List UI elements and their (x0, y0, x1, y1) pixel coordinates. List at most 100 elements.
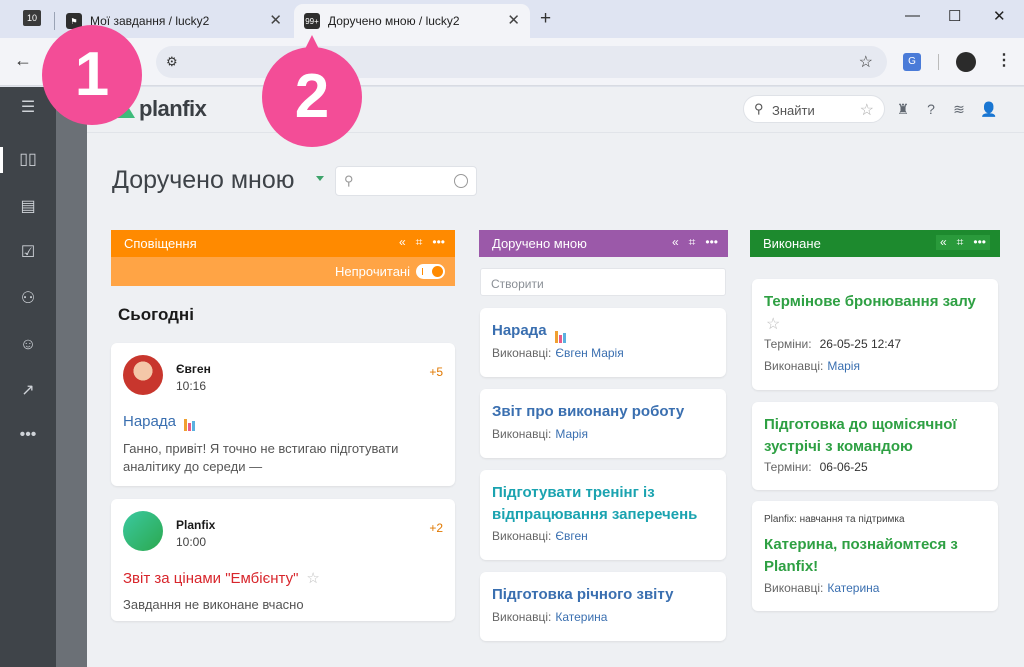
back-arrow-icon[interactable]: ← (14, 50, 32, 71)
task-assignees: Виконавці: Катерина (492, 610, 608, 624)
minimize-icon[interactable]: — (905, 7, 920, 24)
task-assignees: Виконавці: Катерина (764, 581, 880, 595)
notification-favicon-icon: 99+ (304, 13, 320, 29)
task-title[interactable]: Підготовка річного звіту (492, 584, 673, 606)
profile-avatar[interactable] (956, 52, 976, 72)
more-icon[interactable]: ••• (18, 425, 38, 445)
task-card[interactable]: Підготувати тренінг із відпрацювання запе… (480, 470, 726, 560)
planfix-avatar (123, 511, 163, 551)
task-deadline: Терміни: 26-05-25 12:47 (764, 337, 901, 351)
new-tab-button[interactable]: + (540, 8, 551, 30)
notification-body: Завдання не виконане вчасно (123, 597, 304, 612)
unread-filter-bar: Непрочитані (111, 257, 455, 286)
favorite-star-icon[interactable]: ☆ (860, 100, 874, 120)
more-icon[interactable]: ••• (432, 235, 445, 250)
task-card[interactable]: Звіт про виконану роботу Виконавці: Марія (480, 389, 726, 458)
create-task-input[interactable]: Створити (480, 268, 726, 296)
maximize-icon[interactable]: ☐ (948, 7, 961, 25)
task-title[interactable]: Підготовка до щомісячної зустрічі з коман… (764, 414, 957, 458)
bookmark-star-icon[interactable]: ☆ (859, 52, 873, 72)
address-bar[interactable]: ⚙ ☆ (156, 46, 887, 78)
comment-count: +2 (429, 521, 443, 535)
filter-icon[interactable] (454, 174, 468, 188)
focus-icon[interactable]: ⌗ (416, 235, 423, 250)
unread-toggle[interactable] (416, 264, 445, 279)
section-today: Сьогодні (118, 305, 194, 324)
active-indicator (0, 147, 3, 173)
app-sidebar: ☰ ▯▯ ▤ ☑ ⚇ ☺ ↗ ••• (0, 87, 56, 667)
task-assignees: Виконавці: Марія (492, 427, 588, 441)
contacts-icon[interactable]: ☺ (18, 335, 38, 355)
notification-card[interactable]: Planfix 10:00 +2 Звіт за цінами "Ембієнт… (111, 499, 455, 621)
task-project: Planfix: навчання та підтримка (764, 514, 905, 525)
task-title[interactable]: Катерина, познайомтеся з Planfix! (764, 534, 958, 578)
filter-search-input[interactable]: ⚲ (335, 166, 477, 196)
task-card[interactable]: Planfix: навчання та підтримка Катерина,… (752, 501, 998, 611)
column-header-done: Виконане « ⌗ ••• (750, 230, 1000, 257)
tab-counter[interactable]: 10 (23, 10, 41, 26)
people-icon[interactable]: ⚇ (18, 289, 38, 309)
callout-badge-1: 1 (42, 25, 142, 125)
notification-card[interactable]: Євген 10:16 +5 Нарада Ганно, привіт! Я т… (111, 343, 455, 486)
more-icon[interactable]: ••• (705, 235, 718, 250)
browser-toolbar: ← ⚙ ☆ G ⋮ (0, 38, 1024, 86)
task-title[interactable]: Підготувати тренінг із відпрацювання запе… (492, 482, 697, 526)
close-icon[interactable]: ✕ (507, 13, 520, 29)
page-title[interactable]: Доручено мною (112, 166, 294, 195)
task-card[interactable]: Підготовка річного звіту Виконавці: Катер… (480, 572, 726, 641)
tab-title: Доручено мною / lucky2 (328, 14, 460, 28)
notification-body: Ганно, привіт! Я точно не встигаю підгот… (123, 441, 399, 474)
board-icon[interactable]: ▯▯ (18, 150, 38, 170)
sidebar-strip (56, 87, 87, 667)
column-header-notifications: Сповіщення « ⌗ ••• (111, 230, 455, 257)
layers-icon[interactable]: ≋ (950, 100, 968, 118)
user-icon[interactable]: 👤 (980, 100, 998, 118)
chart-icon (183, 414, 196, 431)
hamburger-menu-icon[interactable]: ☰ (18, 98, 38, 118)
toolbar-divider (938, 54, 939, 70)
more-icon[interactable]: ••• (973, 235, 986, 250)
close-icon[interactable]: ✕ (269, 13, 282, 29)
star-icon[interactable]: ☆ (306, 570, 319, 587)
task-title[interactable]: Нарада (492, 320, 567, 343)
task-card[interactable]: Підготовка до щомісячної зустрічі з коман… (752, 402, 998, 490)
collapse-icon[interactable]: « (672, 235, 679, 250)
rocket-icon[interactable]: ♜ (894, 100, 912, 118)
browser-tabbar: 10 ⚑ Мої завдання / lucky2 ✕ 99+ Доручен… (0, 0, 1024, 38)
task-assignees: Виконавці: Євген (492, 529, 588, 543)
notification-subject[interactable]: Звіт за цінами "Ембієнту" ☆ (123, 569, 320, 587)
comment-count: +5 (429, 365, 443, 379)
browser-menu-icon[interactable]: ⋮ (996, 50, 1012, 70)
app-header: planfix ⚲ Знайти ☆ ♜ ? ≋ 👤 (87, 87, 1024, 133)
chart-icon (554, 321, 567, 343)
global-search[interactable]: ⚲ Знайти ☆ (743, 95, 885, 123)
task-card[interactable]: Термінове бронювання залу ☆ Терміни: 26-0… (752, 279, 998, 390)
tab-assigned-by-me[interactable]: 99+ Доручено мною / lucky2 ✕ (294, 4, 530, 38)
task-card[interactable]: Нарада Виконавці: Євген Марія (480, 308, 726, 377)
task-assignees: Виконавці: Євген Марія (492, 346, 624, 360)
star-icon[interactable]: ☆ (766, 314, 780, 334)
translate-icon[interactable]: G (903, 53, 921, 71)
task-deadline: Терміни: 06-06-25 (764, 460, 868, 474)
projects-icon[interactable]: ▤ (18, 197, 38, 217)
window-close-icon[interactable]: ✕ (993, 7, 1006, 25)
column-header-assigned: Доручено мною « ⌗ ••• (479, 230, 728, 257)
task-title[interactable]: Термінове бронювання залу (764, 291, 976, 313)
help-icon[interactable]: ? (922, 100, 940, 118)
task-title[interactable]: Звіт про виконану роботу (492, 401, 684, 423)
avatar (123, 355, 163, 395)
tasks-check-icon[interactable]: ☑ (18, 243, 38, 263)
search-icon: ⚲ (754, 101, 764, 116)
collapse-icon[interactable]: « (940, 235, 947, 250)
notification-subject[interactable]: Нарада (123, 413, 196, 431)
analytics-icon[interactable]: ↗ (18, 381, 38, 401)
focus-icon[interactable]: ⌗ (689, 235, 696, 250)
search-icon: ⚲ (344, 173, 354, 188)
collapse-icon[interactable]: « (399, 235, 406, 250)
tab-title: Мої завдання / lucky2 (90, 14, 210, 28)
focus-icon[interactable]: ⌗ (957, 235, 964, 250)
callout-badge-2: 2 (262, 35, 362, 147)
site-settings-icon[interactable]: ⚙ (166, 54, 178, 70)
task-assignees: Виконавці: Марія (764, 359, 860, 373)
caret-down-icon[interactable] (316, 176, 324, 181)
